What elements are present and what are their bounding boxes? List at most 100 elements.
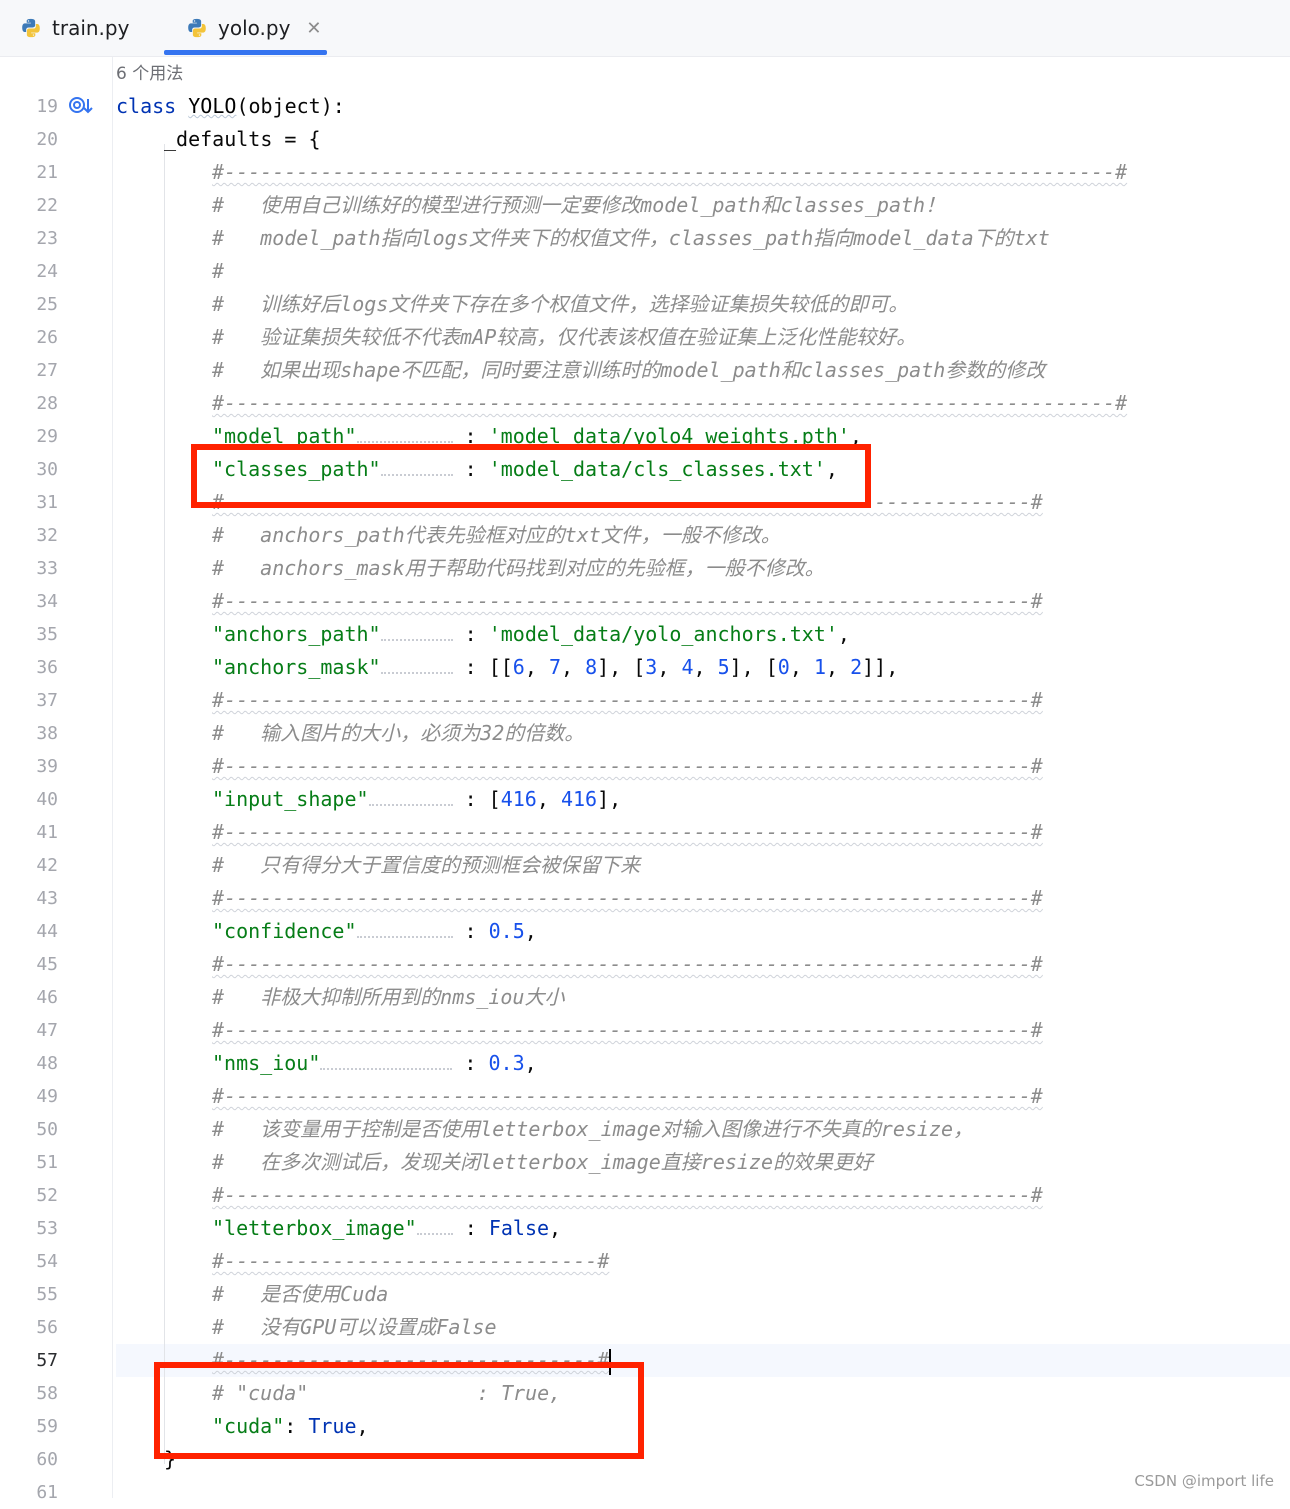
dict-key: "letterbox_image" (212, 1216, 417, 1240)
line-number[interactable]: 36 (0, 651, 58, 684)
dict-value: 'model_data/yolo_anchors.txt' (488, 622, 838, 646)
line-number[interactable]: 59 (0, 1410, 58, 1443)
code-line-20: _defaults = { (164, 127, 321, 151)
comment-line-27: # 如果出现shape不匹配，同时要注意训练时的model_path和class… (212, 358, 1046, 382)
line-number[interactable]: 47 (0, 1014, 58, 1047)
overridden-method-icon[interactable] (68, 95, 94, 119)
line-number[interactable]: 24 (0, 255, 58, 288)
line-number[interactable]: 26 (0, 321, 58, 354)
line-number[interactable]: 42 (0, 849, 58, 882)
line-number[interactable]: 60 (0, 1443, 58, 1476)
line-number[interactable]: 35 (0, 618, 58, 651)
line-number[interactable]: 33 (0, 552, 58, 585)
comment-line-46: # 非极大抑制所用到的nms_iou大小 (212, 985, 565, 1009)
comment-line-32: # anchors_path代表先验框对应的txt文件，一般不修改。 (212, 523, 781, 547)
dict-value: False (488, 1216, 550, 1240)
line-number[interactable]: 31 (0, 486, 58, 519)
line-number[interactable]: 46 (0, 981, 58, 1014)
comment-line-41: #---------------------------------------… (212, 820, 1043, 844)
line-number[interactable]: 58 (0, 1377, 58, 1410)
dict-key: "nms_iou" (212, 1051, 321, 1075)
line-number[interactable]: 23 (0, 222, 58, 255)
line-number[interactable]: 52 (0, 1179, 58, 1212)
tab-yolo-py[interactable]: yolo.py ✕ (186, 0, 322, 56)
line-number[interactable]: 45 (0, 948, 58, 981)
code-line-53: "letterbox_image" : False, (212, 1216, 562, 1240)
python-file-icon (22, 18, 40, 38)
comment-line-23: # model_path指向logs文件夹下的权值文件，classes_path… (212, 226, 1050, 250)
editor-tab-bar: train.py yolo.py ✕ (0, 0, 1290, 57)
line-number[interactable]: 61 (0, 1476, 58, 1509)
line-number-gutter: 19 20 21 22 23 24 25 26 27 28 29 30 31 32 33 34 35 36 37 38… (0, 57, 112, 1503)
dict-key: "confidence" (212, 919, 357, 943)
number-literal: 4 (681, 655, 694, 679)
line-number[interactable]: 19 (0, 90, 58, 123)
number-literal: 0 (777, 655, 790, 679)
line-number[interactable]: 38 (0, 717, 58, 750)
line-number[interactable]: 25 (0, 288, 58, 321)
comment-line-43: #---------------------------------------… (212, 886, 1043, 910)
line-number[interactable]: 29 (0, 420, 58, 453)
line-number[interactable]: 37 (0, 684, 58, 717)
dict-key: "anchors_path" (212, 622, 381, 646)
close-icon[interactable]: ✕ (306, 18, 321, 39)
comment-line-22: # 使用自己训练好的模型进行预测一定要修改model_path和classes_… (212, 193, 946, 217)
number-literal: 7 (548, 655, 561, 679)
line-number[interactable]: 39 (0, 750, 58, 783)
line-number[interactable]: 54 (0, 1245, 58, 1278)
line-number[interactable]: 20 (0, 123, 58, 156)
number-literal: 416 (500, 787, 537, 811)
line-number[interactable]: 22 (0, 189, 58, 222)
python-file-icon (188, 18, 206, 38)
comment-line-28: #---------------------------------------… (212, 391, 1128, 415)
comment-line-51: # 在多次测试后，发现关闭letterbox_image直接resize的效果更… (212, 1150, 874, 1174)
tab-label: train.py (52, 16, 130, 40)
number-literal: 3 (645, 655, 658, 679)
number-literal: 2 (850, 655, 863, 679)
line-number[interactable]: 32 (0, 519, 58, 552)
line-number[interactable]: 30 (0, 453, 58, 486)
line-number[interactable]: 44 (0, 915, 58, 948)
line-number[interactable]: 49 (0, 1080, 58, 1113)
comment-line-47: #---------------------------------------… (212, 1018, 1043, 1042)
line-number[interactable]: 48 (0, 1047, 58, 1080)
code-line-36: "anchors_mask" : [[6, 7, 8], [3, 4, 5], … (212, 655, 899, 679)
class-base: (object): (236, 94, 345, 118)
comment-line-56: # 没有GPU可以设置成False (212, 1315, 497, 1339)
line-number[interactable]: 43 (0, 882, 58, 915)
usage-count-hint[interactable]: 6 个用法 (116, 61, 183, 87)
comment-line-49: #---------------------------------------… (212, 1084, 1043, 1108)
class-name: YOLO (188, 94, 237, 118)
line-number[interactable]: 41 (0, 816, 58, 849)
line-number[interactable]: 27 (0, 354, 58, 387)
comment-line-21: #---------------------------------------… (212, 160, 1128, 184)
code-line-40: "input_shape" : [416, 416], (212, 787, 622, 811)
line-number[interactable]: 56 (0, 1311, 58, 1344)
line-number[interactable]: 28 (0, 387, 58, 420)
code-line-19: class YOLO(object): (116, 90, 345, 123)
indent-guide (164, 144, 165, 1464)
comment-line-38: # 输入图片的大小，必须为32的倍数。 (212, 721, 585, 745)
dict-key: "input_shape" (212, 787, 369, 811)
comment-line-54: #-------------------------------# (212, 1249, 610, 1273)
comment-line-42: # 只有得分大于置信度的预测框会被保留下来 (212, 853, 641, 877)
comment-line-33: # anchors_mask用于帮助代码找到对应的先验框，一般不修改。 (212, 556, 825, 580)
line-number[interactable]: 50 (0, 1113, 58, 1146)
code-line-44: "confidence" : 0.5, (212, 919, 537, 943)
code-editor[interactable]: 6 个用法 class YOLO(object): _defaults = { … (116, 57, 1290, 1498)
line-number[interactable]: 40 (0, 783, 58, 816)
number-literal: 5 (717, 655, 730, 679)
line-number[interactable]: 21 (0, 156, 58, 189)
number-literal: 8 (585, 655, 598, 679)
line-number[interactable]: 57 (0, 1344, 58, 1377)
comment-line-55: # 是否使用Cuda (212, 1282, 389, 1306)
comment-line-24: # (212, 259, 225, 283)
dict-value: 0.5 (488, 919, 525, 943)
comment-line-45: #---------------------------------------… (212, 952, 1043, 976)
line-number[interactable]: 51 (0, 1146, 58, 1179)
line-number[interactable]: 55 (0, 1278, 58, 1311)
line-number[interactable]: 34 (0, 585, 58, 618)
comment-line-34: #---------------------------------------… (212, 589, 1043, 613)
line-number[interactable]: 53 (0, 1212, 58, 1245)
tab-train-py[interactable]: train.py (20, 0, 129, 56)
